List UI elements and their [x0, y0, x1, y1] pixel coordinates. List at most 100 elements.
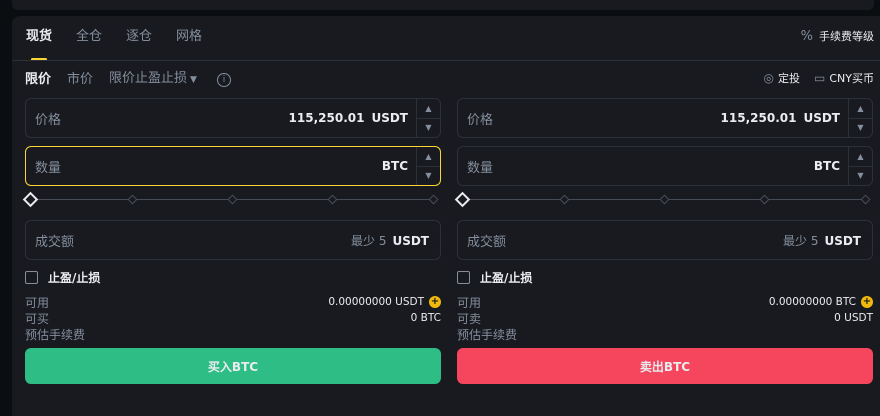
top-bar — [0, 0, 880, 12]
buy-fee-row: 预估手续费 — [25, 326, 441, 342]
buy-amount-slider[interactable] — [22, 191, 441, 208]
buy-quantity-unit: BTC — [381, 159, 408, 173]
checkbox[interactable] — [457, 270, 470, 284]
tab-cross[interactable]: 全仓 — [76, 28, 102, 54]
buy-info: 可用 0.00000000 USDT + 可买 0 BTC 预估手续费 — [25, 294, 441, 342]
buy-quantity-stepper: ▲ ▼ — [416, 147, 440, 185]
slider-handle[interactable] — [454, 191, 471, 208]
buy-total-unit: USDT — [392, 233, 429, 248]
buy-price-stepper: ▲ ▼ — [416, 99, 440, 137]
order-type-stop-limit-label: 限价止盈止损 — [109, 71, 188, 86]
sell-price-stepper: ▲ ▼ — [848, 99, 872, 137]
sell-tpsl-toggle[interactable]: 止盈/止损 — [457, 268, 873, 286]
sell-quantity-unit: BTC — [813, 159, 840, 173]
add-funds-icon[interactable]: + — [429, 296, 441, 308]
sell-price-unit: USDT — [803, 111, 840, 125]
order-type-limit[interactable]: 限价 — [25, 71, 51, 89]
sell-max-label: 可卖 — [457, 311, 482, 326]
slider-mark-75[interactable] — [759, 194, 770, 205]
order-type-stop-limit[interactable]: 限价止盈止损 ▼ — [109, 70, 197, 89]
decrement-icon[interactable]: ▼ — [849, 165, 872, 186]
auto-invest-label: 定投 — [778, 72, 801, 85]
buy-price-number: 115,250.01 — [288, 111, 365, 125]
order-type-market[interactable]: 市价 — [67, 71, 93, 89]
divider — [12, 60, 880, 61]
fee-level-label: 手续费等级 — [819, 30, 874, 43]
decrement-icon[interactable]: ▼ — [417, 165, 440, 186]
sell-amount-slider[interactable] — [454, 191, 873, 208]
increment-icon[interactable]: ▲ — [417, 99, 440, 118]
slider-mark-100[interactable] — [428, 194, 439, 205]
buy-tpsl-toggle[interactable]: 止盈/止损 — [25, 268, 441, 286]
trade-mode-tabs: 现货 全仓 逐仓 网格 — [26, 28, 226, 54]
sell-price-field[interactable]: 价格 115,250.01 USDT ▲ ▼ — [457, 98, 873, 138]
buy-column: 价格 115,250.01 USDT ▲ ▼ 数量 BTC ▲ ▼ 成交额 最少… — [22, 98, 441, 384]
buy-total-field[interactable]: 成交额 最少 5 USDT — [25, 220, 441, 260]
slider-mark-25[interactable] — [559, 194, 570, 205]
buy-quantity-field[interactable]: 数量 BTC ▲ ▼ — [25, 146, 441, 186]
fee-level-link[interactable]: % 手续费等级 — [801, 28, 874, 44]
sell-column: 价格 115,250.01 USDT ▲ ▼ 数量 BTC ▲ ▼ 成交额 最少… — [454, 98, 873, 384]
sell-available-value-wrap: 0.00000000 BTC + — [769, 296, 873, 308]
decrement-icon[interactable]: ▼ — [417, 117, 440, 138]
card-icon: ▭ — [814, 71, 826, 85]
buy-available-row: 可用 0.00000000 USDT + — [25, 294, 441, 310]
sell-quantity-label: 数量 — [467, 160, 494, 176]
sell-price-value: 115,250.01 USDT — [721, 111, 840, 125]
buy-price-value: 115,250.01 USDT — [289, 111, 408, 125]
sell-available-value: 0.00000000 BTC — [768, 296, 856, 308]
sell-price-number: 115,250.01 — [720, 111, 797, 125]
buy-max-value: 0 BTC — [410, 312, 441, 324]
sell-quantity-stepper: ▲ ▼ — [848, 147, 872, 185]
buy-total-value: 最少 5 USDT — [351, 232, 429, 249]
sell-fee-row: 预估手续费 — [457, 326, 873, 342]
buy-price-label: 价格 — [35, 112, 62, 128]
slider-mark-75[interactable] — [327, 194, 338, 205]
increment-icon[interactable]: ▲ — [849, 147, 872, 166]
sell-button[interactable]: 卖出BTC — [457, 348, 873, 384]
buy-fee-label: 预估手续费 — [25, 327, 86, 342]
sell-available-row: 可用 0.00000000 BTC + — [457, 294, 873, 310]
buy-available-value-wrap: 0.00000000 USDT + — [328, 296, 441, 308]
caret-down-icon: ▼ — [190, 75, 197, 85]
cny-buy-link[interactable]: ▭ CNY买币 — [814, 70, 874, 86]
sell-quantity-field[interactable]: 数量 BTC ▲ ▼ — [457, 146, 873, 186]
right-options: ◎ 定投 ▭ CNY买币 — [750, 70, 874, 86]
slider-mark-50[interactable] — [659, 194, 670, 205]
slider-handle[interactable] — [22, 191, 39, 208]
sell-info: 可用 0.00000000 BTC + 可卖 0 USDT 预估手续费 — [457, 294, 873, 342]
percent-icon: % — [800, 28, 813, 44]
sell-max-row: 可卖 0 USDT — [457, 310, 873, 326]
buy-button[interactable]: 买入BTC — [25, 348, 441, 384]
buy-tpsl-label: 止盈/止损 — [48, 270, 101, 285]
buy-available-value: 0.00000000 USDT — [328, 296, 424, 308]
buy-max-label: 可买 — [25, 311, 50, 326]
checkbox[interactable] — [25, 270, 38, 284]
slider-mark-100[interactable] — [860, 194, 871, 205]
add-funds-icon[interactable]: + — [861, 296, 873, 308]
sell-total-value: 最少 5 USDT — [783, 232, 861, 249]
slider-mark-50[interactable] — [227, 194, 238, 205]
tab-grid[interactable]: 网格 — [176, 28, 202, 54]
tab-isolated[interactable]: 逐仓 — [126, 28, 152, 54]
buy-price-unit: USDT — [371, 111, 408, 125]
sell-price-label: 价格 — [467, 112, 494, 128]
tab-spot[interactable]: 现货 — [26, 28, 52, 54]
sell-total-min: 最少 5 — [783, 233, 819, 248]
top-bar-strip — [12, 0, 874, 10]
increment-icon[interactable]: ▲ — [849, 99, 872, 118]
increment-icon[interactable]: ▲ — [417, 147, 440, 166]
buy-max-row: 可买 0 BTC — [25, 310, 441, 326]
buy-total-label: 成交额 — [35, 234, 75, 250]
sell-available-label: 可用 — [457, 295, 482, 310]
auto-invest-icon: ◎ — [763, 71, 775, 85]
buy-price-field[interactable]: 价格 115,250.01 USDT ▲ ▼ — [25, 98, 441, 138]
slider-mark-25[interactable] — [127, 194, 138, 205]
auto-invest-link[interactable]: ◎ 定投 — [764, 70, 800, 86]
sell-total-unit: USDT — [824, 233, 861, 248]
sell-total-field[interactable]: 成交额 最少 5 USDT — [457, 220, 873, 260]
info-icon[interactable]: i — [216, 72, 231, 87]
sell-total-label: 成交额 — [467, 234, 507, 250]
decrement-icon[interactable]: ▼ — [849, 117, 872, 138]
buy-quantity-label: 数量 — [35, 160, 62, 176]
